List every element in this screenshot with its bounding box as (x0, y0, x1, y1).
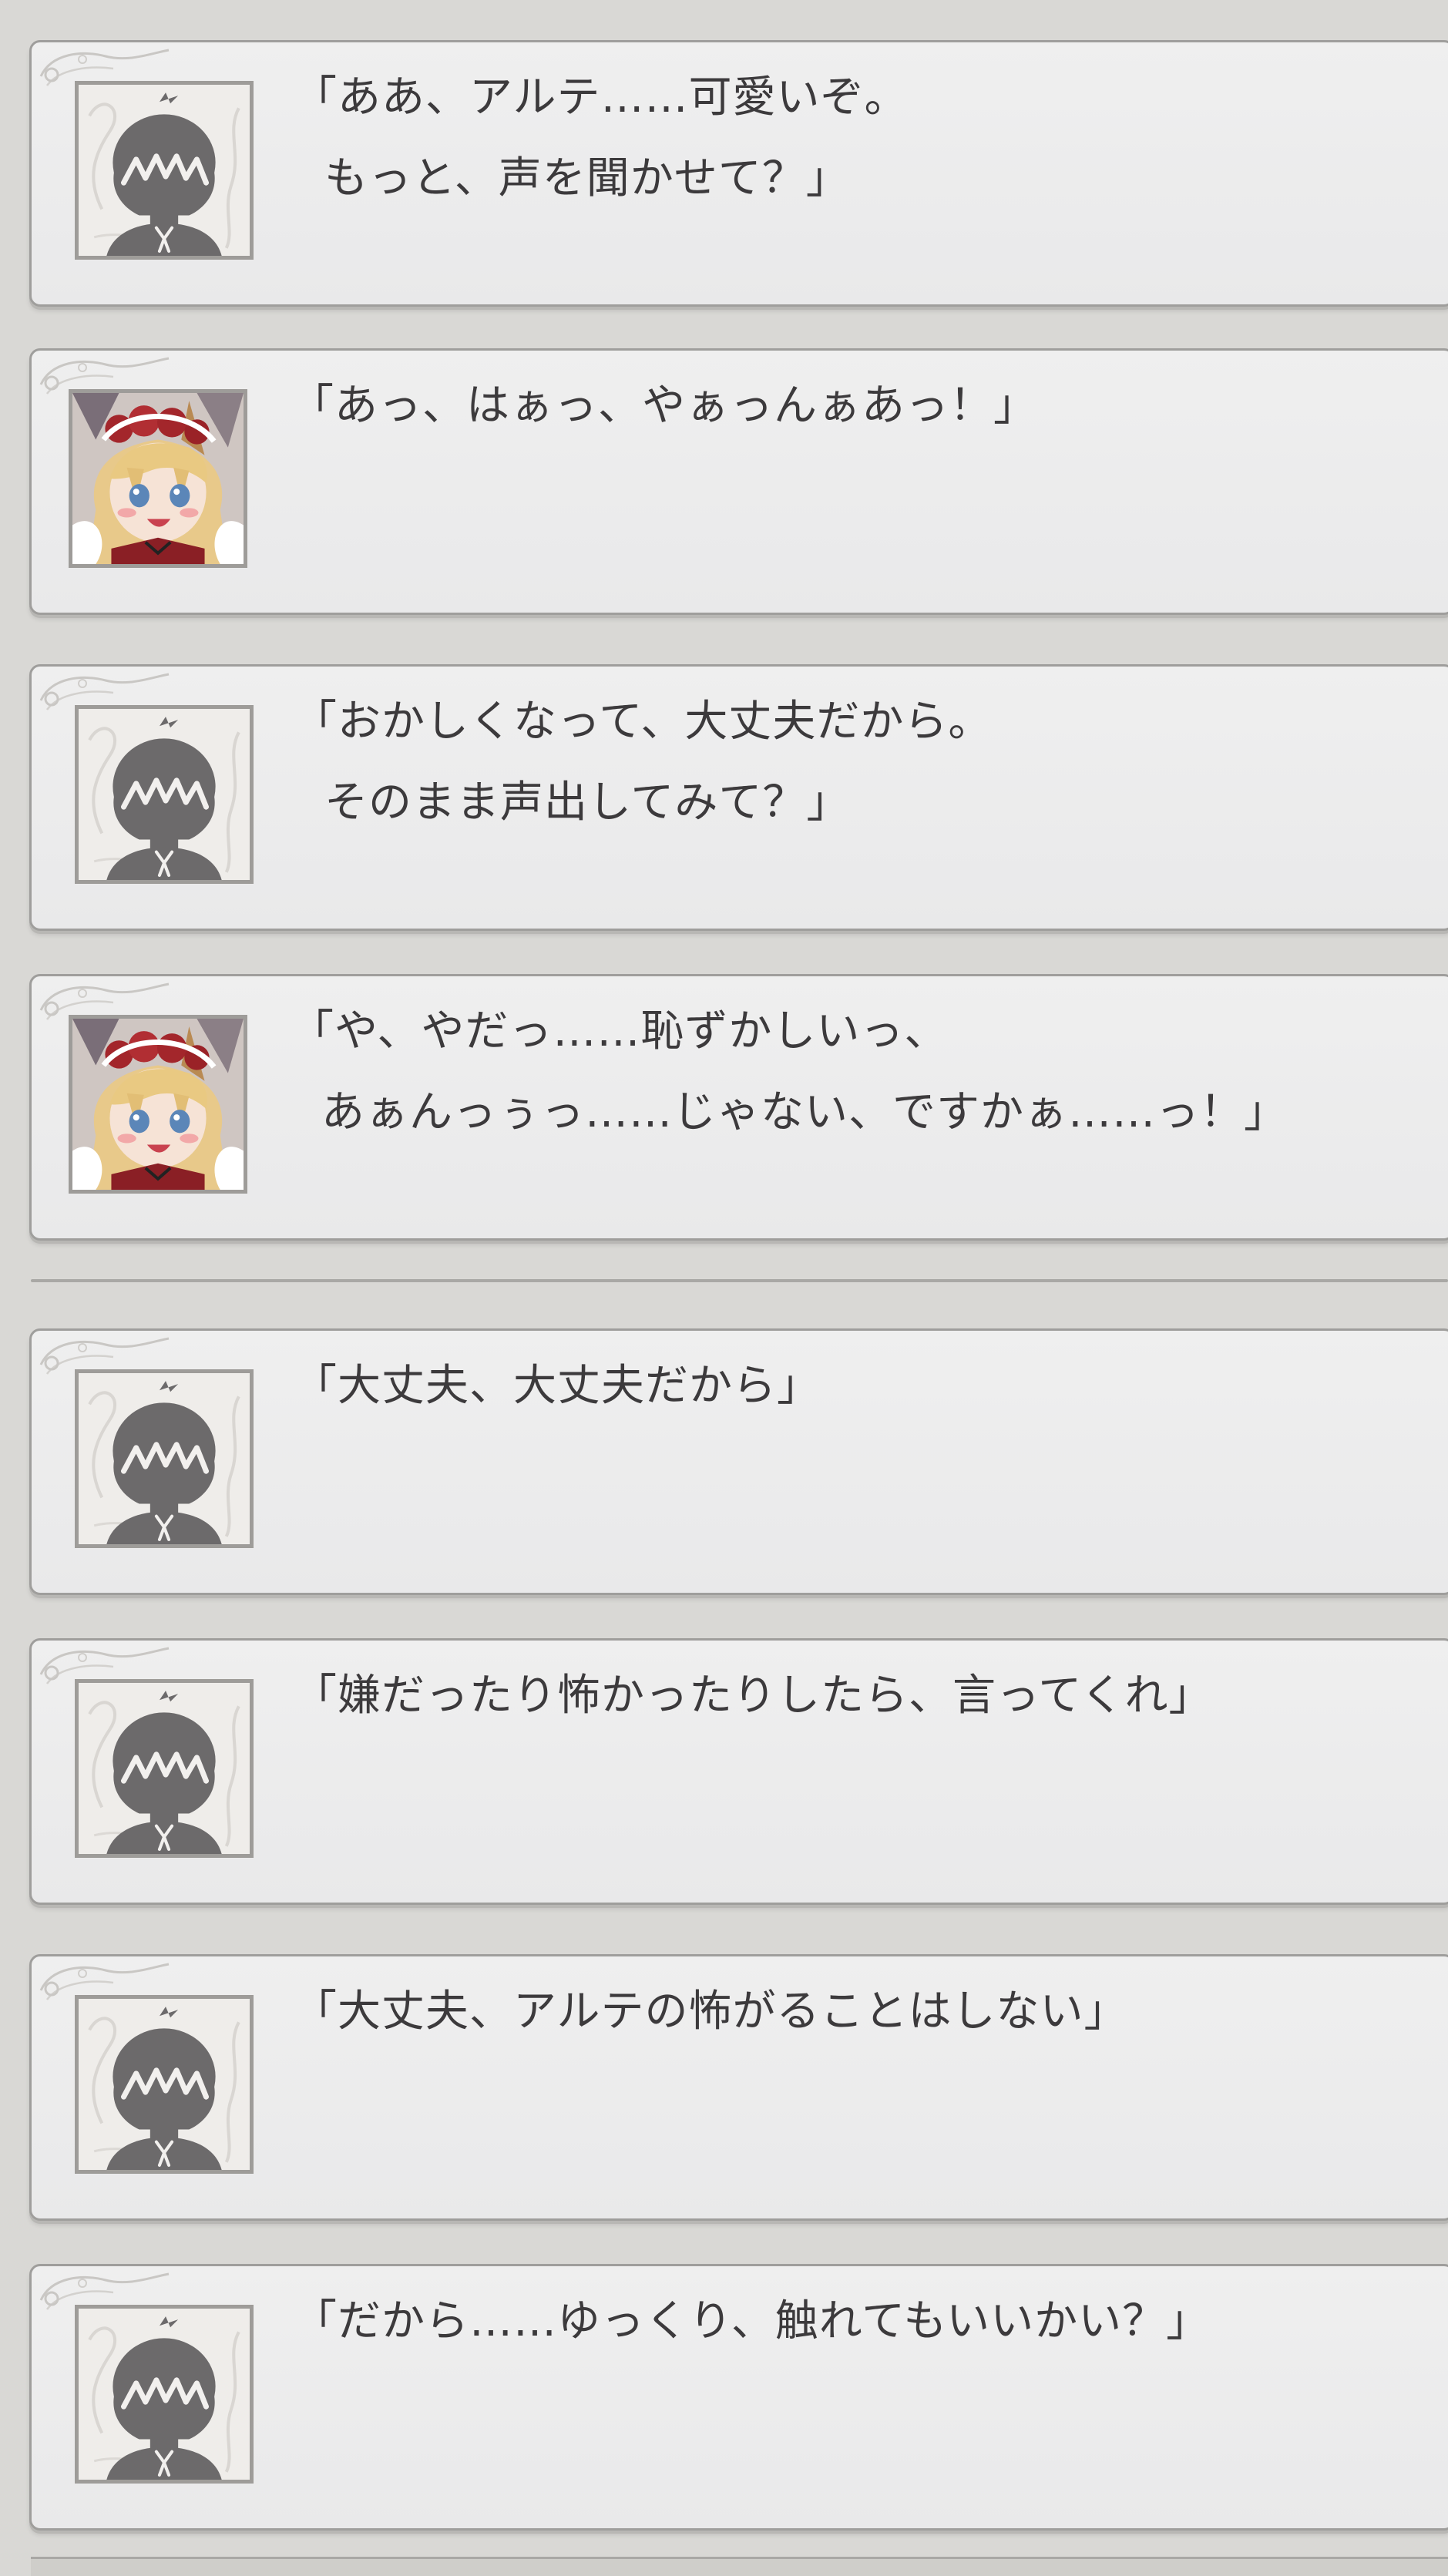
message-entry: 「だから……ゆっくり、触れてもいいかい？」 (29, 2264, 1448, 2531)
hero-silhouette-icon (75, 1369, 254, 1548)
message-line-1: 「ああ、アルテ……可愛いぞ。 (294, 72, 909, 123)
message-line-1: 「嫌だったり怖かったりしたら、言ってくれ」 (294, 1671, 1213, 1721)
message-entry: 「嫌だったり怖かったりしたら、言ってくれ」 (29, 1638, 1448, 1905)
message-line-1: 「あっ、はぁっ、やぁっんぁあっ！」 (291, 381, 1037, 431)
message-line-1: 「や、やだっ……恥ずかしいっ、 (291, 1006, 949, 1056)
message-entry: 「や、やだっ……恥ずかしいっ、 あぁんっぅっ……じゃない、ですかぁ……っ！」 (29, 974, 1448, 1241)
message-entry: 「おかしくなって、大丈夫だから。 そのまま声出してみて？」 (29, 664, 1448, 931)
message-entry: 「大丈夫、アルテの怖がることはしない」 (29, 1954, 1448, 2221)
backlog-list[interactable]: 「ああ、アルテ……可愛いぞ。 もっと、声を聞かせて？」 「あっ、はぁっ、やぁっん… (0, 0, 1448, 2576)
message-line-1: 「大丈夫、アルテの怖がることはしない」 (294, 1987, 1128, 2037)
message-line-2: そのまま声出してみて？」 (324, 778, 851, 828)
hero-silhouette-icon (75, 1995, 254, 2174)
message-line-1: 「だから……ゆっくり、触れてもいいかい？」 (294, 2296, 1211, 2346)
hero-silhouette-icon (75, 2305, 254, 2484)
message-entry: 「あっ、はぁっ、やぁっんぁあっ！」 (29, 348, 1448, 615)
next-entry-edge (31, 2557, 1448, 2576)
message-line-2: あぁんっぅっ……じゃない、ですかぁ……っ！」 (321, 1087, 1288, 1137)
message-entry: 「ああ、アルテ……可愛いぞ。 もっと、声を聞かせて？」 (29, 40, 1448, 307)
hero-silhouette-icon (75, 705, 254, 884)
hero-silhouette-icon (75, 81, 254, 260)
arte-portrait-icon (69, 1015, 247, 1194)
message-line-1: 「おかしくなって、大丈夫だから。 (294, 697, 993, 747)
message-line-2: もっと、声を聞かせて？」 (324, 153, 850, 203)
arte-portrait-icon (69, 389, 247, 568)
hero-silhouette-icon (75, 1679, 254, 1858)
message-line-1: 「大丈夫、大丈夫だから」 (294, 1361, 821, 1411)
section-divider (31, 1279, 1448, 1282)
message-entry: 「大丈夫、大丈夫だから」 (29, 1328, 1448, 1595)
